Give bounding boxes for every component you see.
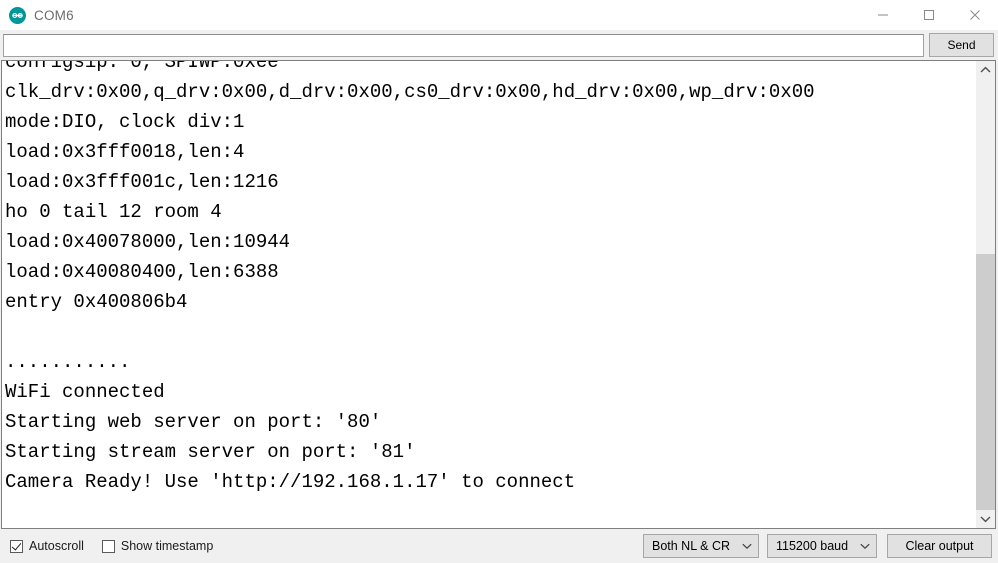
chevron-down-icon (860, 543, 870, 550)
console-line: clk_drv:0x00,q_drv:0x00,d_drv:0x00,cs0_d… (5, 81, 815, 103)
show-timestamp-label: Show timestamp (120, 539, 214, 553)
title-bar: COM6 (0, 0, 998, 30)
console-line: configsip: 0, SPIWP:0xee (5, 61, 279, 73)
send-row: Send (0, 30, 998, 60)
clear-output-button[interactable]: Clear output (887, 534, 992, 558)
window-controls (860, 0, 998, 30)
console-line: ho 0 tail 12 room 4 (5, 201, 222, 223)
console-line: Camera Ready! Use 'http://192.168.1.17' … (5, 471, 576, 493)
scrollbar-thumb[interactable] (976, 254, 995, 510)
autoscroll-checkbox[interactable] (10, 539, 23, 553)
maximize-button[interactable] (906, 0, 952, 30)
scroll-down-button[interactable] (976, 510, 995, 528)
console-output-area[interactable]: configsip: 0, SPIWP:0xee clk_drv:0x00,q_d… (2, 61, 975, 528)
console-line: load:0x3fff001c,len:1216 (5, 171, 279, 193)
show-timestamp-checkbox-group[interactable]: Show timestamp (101, 539, 214, 553)
chevron-down-icon (742, 543, 752, 550)
console-lines: configsip: 0, SPIWP:0xee clk_drv:0x00,q_d… (5, 61, 815, 497)
window-title: COM6 (34, 7, 74, 23)
baud-rate-value: 115200 baud (776, 539, 849, 553)
status-bar: Autoscroll Show timestamp Both NL & CR 1… (0, 529, 998, 563)
console-line: WiFi connected (5, 381, 165, 403)
console-line: load:0x40078000,len:10944 (5, 231, 291, 253)
console-line: Starting stream server on port: '81' (5, 441, 416, 463)
console-line: load:0x40080400,len:6388 (5, 261, 279, 283)
serial-send-input[interactable] (3, 33, 924, 57)
console-line: load:0x3fff0018,len:4 (5, 141, 245, 163)
console-line: Starting web server on port: '80' (5, 411, 382, 433)
minimize-button[interactable] (860, 0, 906, 30)
console-line: mode:DIO, clock div:1 (5, 111, 245, 133)
console-vertical-scrollbar[interactable] (975, 61, 995, 528)
serial-console: configsip: 0, SPIWP:0xee clk_drv:0x00,q_d… (1, 60, 996, 529)
scroll-up-button[interactable] (976, 61, 995, 79)
scrollbar-track[interactable] (976, 79, 995, 510)
autoscroll-label: Autoscroll (29, 539, 84, 553)
console-line: ........... (5, 351, 131, 373)
close-button[interactable] (952, 0, 998, 30)
serial-monitor-window: COM6 Send configsip: 0, SPIWP:0xee clk_dr… (0, 0, 998, 563)
autoscroll-checkbox-group[interactable]: Autoscroll (10, 539, 84, 553)
line-ending-value: Both NL & CR (652, 539, 731, 553)
arduino-infinity-icon (9, 6, 26, 24)
line-ending-select[interactable]: Both NL & CR (643, 534, 759, 558)
send-button[interactable]: Send (929, 33, 994, 57)
title-bar-left: COM6 (0, 6, 74, 24)
show-timestamp-checkbox[interactable] (101, 539, 115, 553)
console-line: entry 0x400806b4 (5, 291, 188, 313)
baud-rate-select[interactable]: 115200 baud (767, 534, 877, 558)
